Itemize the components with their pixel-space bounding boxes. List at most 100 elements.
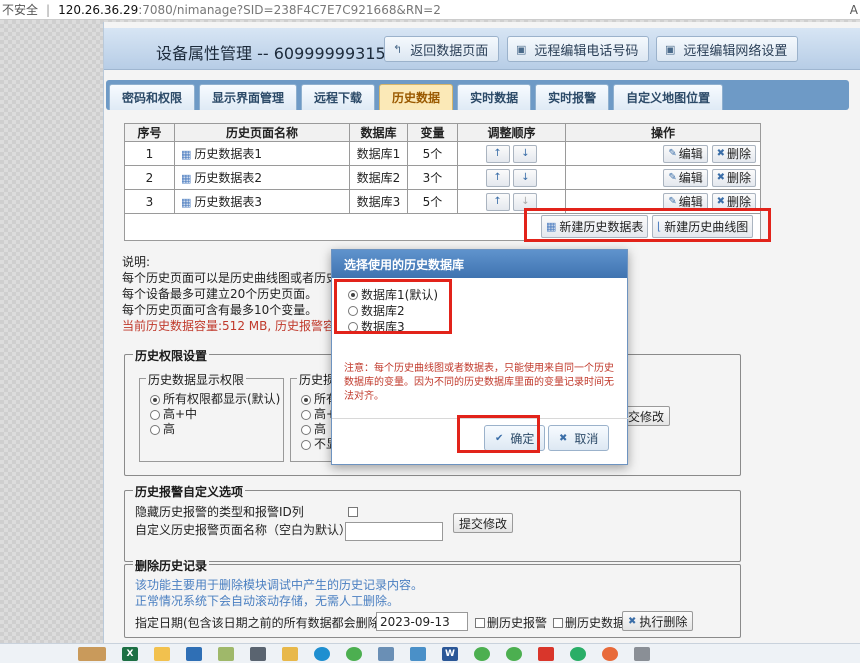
desc-title: 说明: <box>122 255 151 269</box>
hide-alarm-columns-label: 隐藏历史报警的类型和报警ID列 <box>135 505 304 519</box>
tab-realtime-alarm[interactable]: 实时报警 <box>535 84 610 110</box>
delete-history-legend: 删除历史记录 <box>133 557 210 574</box>
chrome-icon[interactable] <box>346 646 362 661</box>
display-permission-legend: 历史数据显示权限 <box>146 371 247 388</box>
chrome-icon[interactable] <box>474 646 490 661</box>
move-down-button[interactable]: ↓ <box>513 168 538 187</box>
chrome-icon[interactable] <box>506 646 522 661</box>
edit-phone-button[interactable]: ▣ 远程编辑电话号码 <box>507 36 650 62</box>
delete-alarm-label: 删历史报警 <box>487 616 548 630</box>
app-icon[interactable] <box>634 646 650 661</box>
table-icon: ▦ <box>181 196 192 209</box>
reader-mode-icon[interactable]: A <box>850 3 858 17</box>
row-db: 数据库3 <box>349 189 408 214</box>
back-to-data-button[interactable]: ↰ 返回数据页面 <box>384 36 500 62</box>
insecure-label: 不安全 <box>2 3 39 17</box>
dialog-note: 注意：每个历史曲线图或者数据表，只能使用来自同一个历史数据库的变量。因为不同的历… <box>344 363 614 402</box>
tab-custom-map[interactable]: 自定义地图位置 <box>613 84 724 110</box>
row-name-text: 历史数据表1 <box>194 147 263 161</box>
col-db: 数据库 <box>349 123 408 142</box>
delete-alarm-option[interactable]: 删历史报警 <box>475 614 547 631</box>
delete-label: 删除 <box>726 147 751 161</box>
tab-display[interactable]: 显示界面管理 <box>199 84 298 110</box>
app-icon[interactable] <box>602 646 618 661</box>
highlight-database-options <box>334 279 452 334</box>
table-icon: ▦ <box>181 172 192 185</box>
hide-alarm-columns-checkbox[interactable] <box>348 507 358 517</box>
row-name[interactable]: ▦ 历史数据表2 <box>174 165 350 190</box>
word-icon[interactable]: W <box>442 646 458 661</box>
edit-button[interactable]: ✎ 编辑 <box>663 144 708 163</box>
desc-line3: 每个历史页面可含有最多10个变量。 <box>122 303 318 317</box>
radio-display-high-mid[interactable]: 高+中 <box>150 407 280 422</box>
row-no: 2 <box>124 165 175 190</box>
edge-icon[interactable] <box>314 646 330 661</box>
excel-icon[interactable]: X <box>122 646 138 661</box>
tab-bar: 密码和权限 显示界面管理 远程下载 历史数据 实时数据 实时报警 自定义地图位置 <box>106 80 849 110</box>
url-path: :7080/nimanage?SID=238F4C7E7C921668&RN=2 <box>138 2 441 17</box>
x-icon: ✖ <box>628 615 637 627</box>
row-order: ↑ ↓ <box>457 141 566 166</box>
permission-submit-button[interactable]: 交修改 <box>622 406 671 426</box>
tab-realtime-data[interactable]: 实时数据 <box>457 84 532 110</box>
edit-button[interactable]: ✎ 编辑 <box>663 168 708 187</box>
row-no: 1 <box>124 141 175 166</box>
phone-icon: ▣ <box>516 42 527 56</box>
radio-display-all[interactable]: 所有权限都显示(默认) <box>150 392 280 407</box>
delete-button[interactable]: ✖ 删除 <box>711 144 756 163</box>
folder-icon[interactable] <box>282 646 298 661</box>
app-icon[interactable] <box>538 646 554 661</box>
app-thumbnail-icon[interactable] <box>78 646 106 661</box>
panel-header: 设备属性管理 -- 60999999315 ↰ 返回数据页面 ▣ 远程编辑电话号… <box>104 28 860 70</box>
col-vars: 变量 <box>407 123 458 142</box>
highlight-new-buttons <box>524 208 771 242</box>
delete-data-checkbox[interactable] <box>553 617 563 628</box>
x-icon: ✖ <box>716 148 725 159</box>
delete-alarm-checkbox[interactable] <box>475 617 485 628</box>
network-icon: ▣ <box>665 42 676 56</box>
address-bar[interactable]: 不安全 | 120.26.36.29 :7080/nimanage?SID=23… <box>0 0 860 20</box>
tab-history-data[interactable]: 历史数据 <box>379 84 454 110</box>
table-icon: ▦ <box>181 148 192 161</box>
tab-password[interactable]: 密码和权限 <box>109 84 196 110</box>
alarm-custom-legend: 历史报警自定义选项 <box>133 483 246 500</box>
move-down-button[interactable]: ↓ <box>513 144 538 163</box>
delete-label: 删除 <box>726 171 751 185</box>
app-icon[interactable] <box>378 646 394 661</box>
delete-data-option[interactable]: 删历史数据 <box>553 614 625 631</box>
col-ops: 操作 <box>565 123 761 142</box>
url-host: 120.26.36.29 <box>58 2 139 17</box>
move-up-button[interactable]: ↑ <box>485 144 510 163</box>
row-ops: ✎ 编辑 ✖ 删除 <box>565 141 761 166</box>
file-explorer-icon[interactable] <box>154 646 170 661</box>
calculator-icon[interactable] <box>250 646 266 661</box>
custom-alarm-name-input[interactable] <box>345 522 443 541</box>
app-icon[interactable] <box>410 646 426 661</box>
delete-button[interactable]: ✖ 删除 <box>711 168 756 187</box>
x-icon: ✖ <box>559 432 568 444</box>
alarm-submit-button[interactable]: 提交修改 <box>453 513 514 533</box>
x-icon: ✖ <box>716 196 725 207</box>
custom-alarm-name-label: 自定义历史报警页面名称（空白为默认） <box>135 523 352 537</box>
wechat-icon[interactable] <box>570 646 586 661</box>
desc-capacity: 当前历史数据容量:512 MB, 历史报警容量 <box>122 319 347 333</box>
delete-date-input[interactable]: 2023-09-13 <box>376 612 468 631</box>
delete-note-1: 该功能主要用于删除模块调试中产生的历史记录内容。 <box>135 578 424 592</box>
row-vars: 5个 <box>407 141 458 166</box>
row-name[interactable]: ▦ 历史数据表3 <box>174 189 350 214</box>
row-name[interactable]: ▦ 历史数据表1 <box>174 141 350 166</box>
move-up-button[interactable]: ↑ <box>485 192 510 211</box>
cancel-button[interactable]: ✖ 取消 <box>548 425 610 451</box>
row-vars: 5个 <box>407 189 458 214</box>
move-up-button[interactable]: ↑ <box>485 168 510 187</box>
edit-network-button[interactable]: ▣ 远程编辑网络设置 <box>656 36 799 62</box>
photos-icon[interactable] <box>186 646 202 661</box>
table-row: 2 ▦ 历史数据表2 数据库2 3个 ↑ ↓ ✎ 编辑 ✖ 删除 <box>124 165 761 190</box>
edit-label: 编辑 <box>678 147 703 161</box>
page-title: 设备属性管理 -- 60999999315 <box>156 44 386 63</box>
col-name: 历史页面名称 <box>174 123 350 142</box>
radio-display-high[interactable]: 高 <box>150 422 280 437</box>
execute-delete-button[interactable]: ✖ 执行删除 <box>622 611 694 631</box>
paint-icon[interactable] <box>218 646 234 661</box>
tab-remote-download[interactable]: 远程下载 <box>301 84 376 110</box>
